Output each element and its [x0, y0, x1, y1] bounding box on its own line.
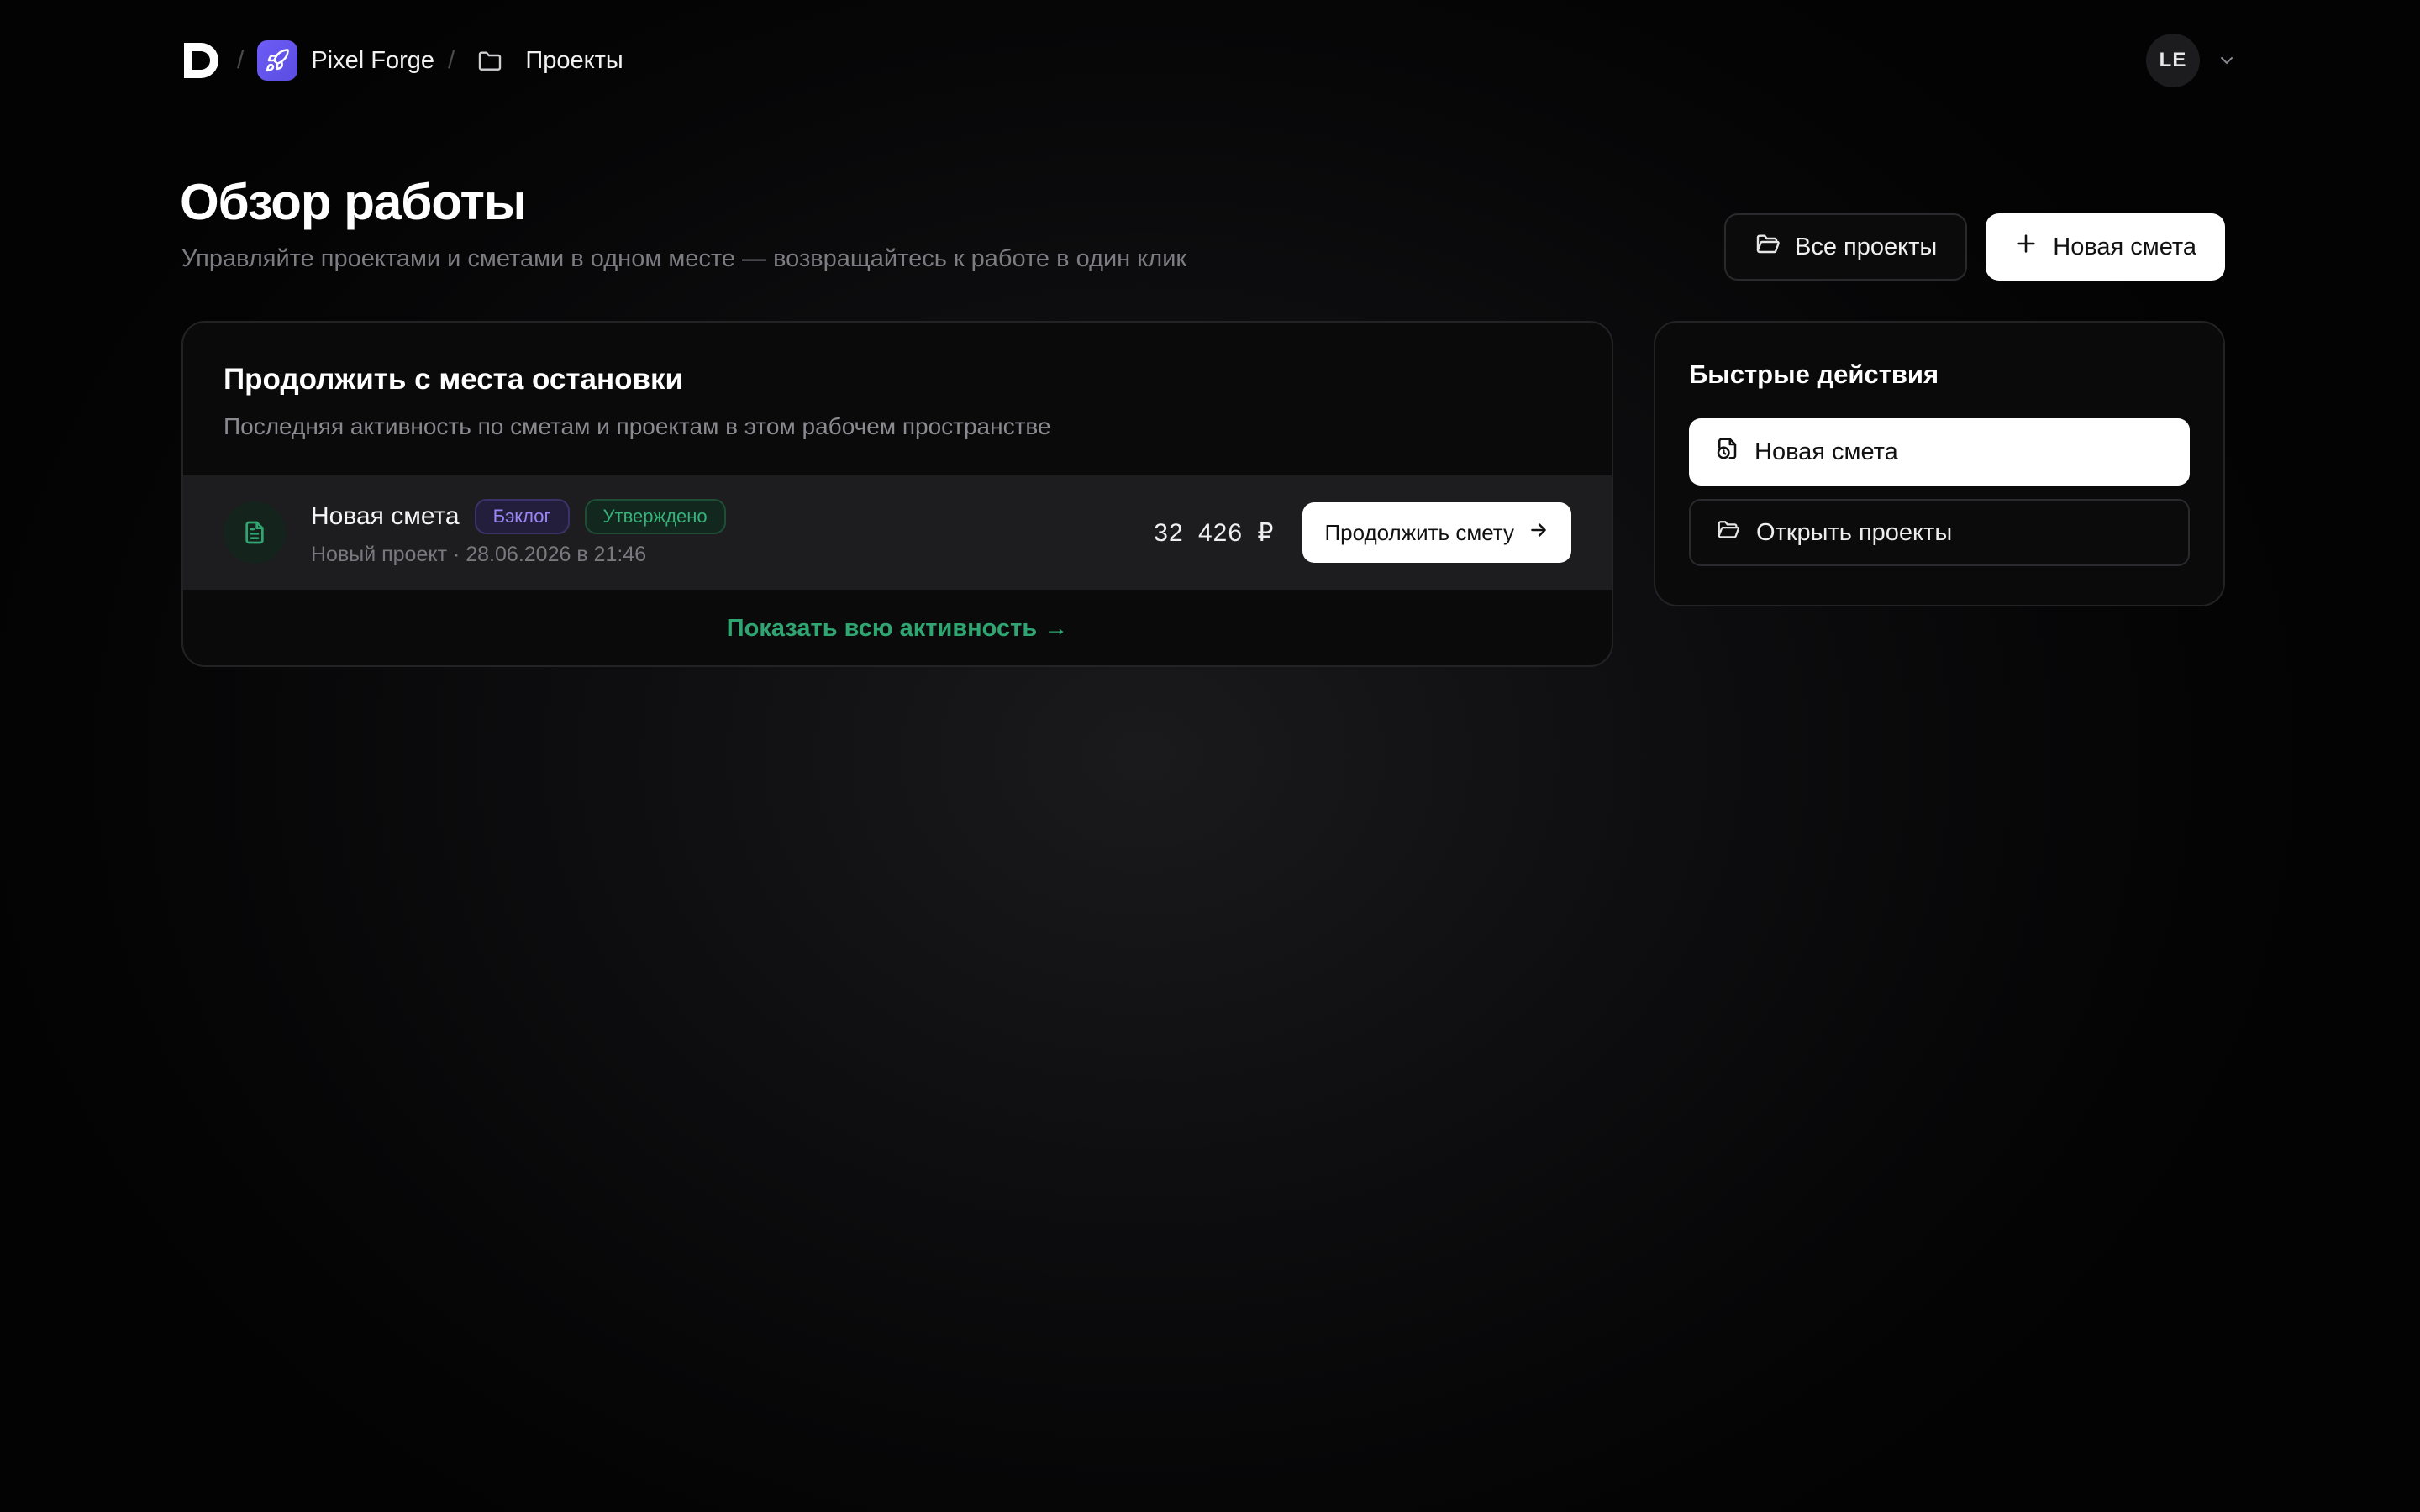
breadcrumb-separator: / — [237, 46, 245, 74]
avatar[interactable]: LE — [2146, 34, 2200, 87]
quick-actions-card: Быстрые действия Новая смета Открыть про… — [1654, 321, 2225, 606]
user-menu[interactable]: LE — [2146, 34, 2240, 87]
activity-row[interactable]: Новая смета Бэклог Утверждено Новый прое… — [183, 475, 1612, 590]
plus-icon — [2014, 232, 2038, 262]
new-estimate-button[interactable]: Новая смета — [1986, 213, 2225, 281]
file-clock-icon — [1714, 436, 1739, 468]
resume-card-header: Продолжить с места остановки Последняя а… — [183, 323, 1612, 475]
quick-actions-title: Быстрые действия — [1689, 360, 1939, 389]
all-projects-button[interactable]: Все проекты — [1724, 213, 1968, 281]
show-all-activity-link[interactable]: Показать всю активность → — [183, 590, 1612, 665]
resume-card-title: Продолжить с места остановки — [224, 363, 684, 396]
all-projects-label: Все проекты — [1795, 233, 1938, 260]
chevron-down-icon[interactable] — [2217, 49, 2240, 72]
activity-name[interactable]: Новая смета — [311, 502, 460, 531]
document-icon — [224, 501, 286, 564]
app-logo[interactable] — [180, 39, 224, 82]
continue-estimate-label: Продолжить смету — [1324, 519, 1514, 545]
quick-open-projects-button[interactable]: Открыть проекты — [1689, 499, 2190, 566]
status-badge: Бэклог — [474, 498, 570, 534]
quick-new-estimate-label: Новая смета — [1754, 438, 1898, 465]
activity-info: Новая смета Бэклог Утверждено Новый прое… — [311, 498, 726, 567]
activity-amount: 32 426 ₽ — [1154, 518, 1275, 547]
resume-card-subtitle: Последняя активность по сметам и проекта… — [224, 413, 1051, 439]
status-badge: Утверждено — [584, 498, 726, 534]
continue-estimate-button[interactable]: Продолжить смету — [1302, 502, 1571, 563]
quick-open-projects-label: Открыть проекты — [1756, 518, 1953, 546]
activity-title-line: Новая смета Бэклог Утверждено — [311, 498, 726, 534]
activity-meta: Новый проект · 28.06.2026 в 21:46 — [311, 542, 647, 566]
arrow-right-icon — [1528, 519, 1549, 547]
folder-icon — [476, 45, 507, 76]
breadcrumb-separator: / — [448, 46, 455, 74]
folder-open-icon — [1754, 230, 1781, 264]
resume-card: Продолжить с места остановки Последняя а… — [182, 321, 1613, 667]
page-subtitle: Управляйте проектами и сметами в одном м… — [182, 245, 1187, 272]
breadcrumb-workspace[interactable]: Pixel Forge — [311, 47, 434, 75]
page-title: Обзор работы — [180, 174, 527, 230]
quick-new-estimate-button[interactable]: Новая смета — [1689, 418, 2190, 486]
new-estimate-label: Новая смета — [2053, 233, 2196, 260]
header-actions: Все проекты Новая смета — [1724, 213, 2225, 281]
folder-open-icon — [1716, 517, 1741, 549]
breadcrumb-section[interactable]: Проекты — [525, 47, 623, 75]
rocket-icon — [257, 40, 298, 81]
top-bar: / Pixel Forge / Проекты LE — [180, 34, 2240, 87]
